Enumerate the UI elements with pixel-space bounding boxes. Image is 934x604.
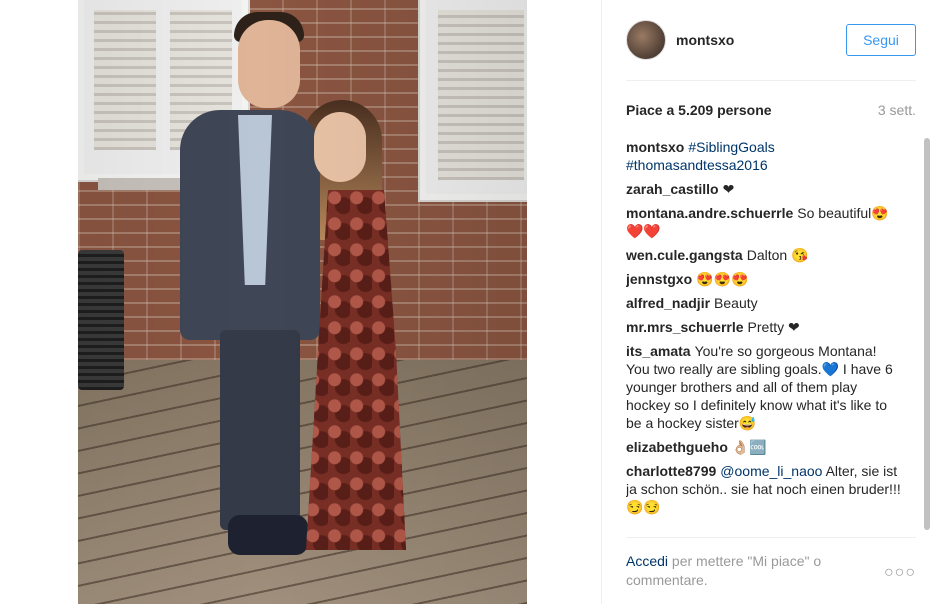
more-options-icon[interactable]: ○○○ xyxy=(884,564,916,582)
post-photo[interactable] xyxy=(78,0,527,604)
comment-item: jennstgxo 😍😍😍 xyxy=(626,270,902,288)
comment-author[interactable]: charlotte8799 xyxy=(626,463,716,479)
photo-margin-left xyxy=(0,0,78,604)
login-prompt: Accedi per mettere "Mi piace" o commenta… xyxy=(626,552,856,590)
comment-author[interactable]: elizabethgueho xyxy=(626,439,728,455)
comments-scrollbar[interactable] xyxy=(923,138,931,534)
comment-item: alfred_nadjir Beauty xyxy=(626,294,902,312)
comment-text: Pretty ❤ xyxy=(747,319,800,335)
post-sidebar: montsxo Segui Piace a 5.209 persone 3 se… xyxy=(601,0,934,604)
comment-item: zarah_castillo ❤ xyxy=(626,180,902,198)
comment-author[interactable]: montsxo xyxy=(626,139,684,155)
comment-text: 😍😍😍 xyxy=(696,271,749,287)
comment-mention[interactable]: @oome_li_naoo xyxy=(720,463,822,479)
comment-author[interactable]: zarah_castillo xyxy=(626,181,719,197)
comment-item: charlotte8799 @oome_li_naoo Alter, sie is… xyxy=(626,462,902,516)
post-header: montsxo Segui xyxy=(626,0,916,81)
comment-text: 👌🏼🆒 xyxy=(731,439,767,455)
comment-text: Dalton 😘 xyxy=(746,247,809,263)
comment-author[interactable]: jennstgxo xyxy=(626,271,692,287)
post-footer: Accedi per mettere "Mi piace" o commenta… xyxy=(626,537,916,604)
comment-author[interactable]: alfred_nadjir xyxy=(626,295,710,311)
comment-text: ❤ xyxy=(722,181,735,197)
comment-author[interactable]: wen.cule.gangsta xyxy=(626,247,743,263)
comment-author[interactable]: its_amata xyxy=(626,343,691,359)
comment-item: its_amata You're so gorgeous Montana! You… xyxy=(626,342,902,432)
likes-count[interactable]: Piace a 5.209 persone xyxy=(626,102,772,118)
comment-item: mr.mrs_schuerrle Pretty ❤ xyxy=(626,318,902,336)
comment-text: Beauty xyxy=(714,295,758,311)
scrollbar-thumb[interactable] xyxy=(924,138,930,530)
photo-pane xyxy=(0,0,601,604)
likes-row: Piace a 5.209 persone 3 sett. xyxy=(626,100,916,120)
post-username[interactable]: montsxo xyxy=(676,32,846,48)
avatar[interactable] xyxy=(626,20,666,60)
login-link[interactable]: Accedi xyxy=(626,553,668,569)
photo-margin-right xyxy=(527,0,601,604)
comments-list[interactable]: montsxo #SiblingGoals #thomasandtessa2016… xyxy=(626,138,916,534)
comment-item: montana.andre.schuerrle So beautiful😍❤️❤️ xyxy=(626,204,902,240)
comment-author[interactable]: mr.mrs_schuerrle xyxy=(626,319,744,335)
comment-item: wen.cule.gangsta Dalton 😘 xyxy=(626,246,902,264)
comment-item: montsxo #SiblingGoals #thomasandtessa2016 xyxy=(626,138,902,174)
photo-shade xyxy=(78,0,527,604)
post-time[interactable]: 3 sett. xyxy=(878,102,916,118)
follow-button[interactable]: Segui xyxy=(846,24,916,56)
comment-author[interactable]: montana.andre.schuerrle xyxy=(626,205,793,221)
comment-item: elizabethgueho 👌🏼🆒 xyxy=(626,438,902,456)
